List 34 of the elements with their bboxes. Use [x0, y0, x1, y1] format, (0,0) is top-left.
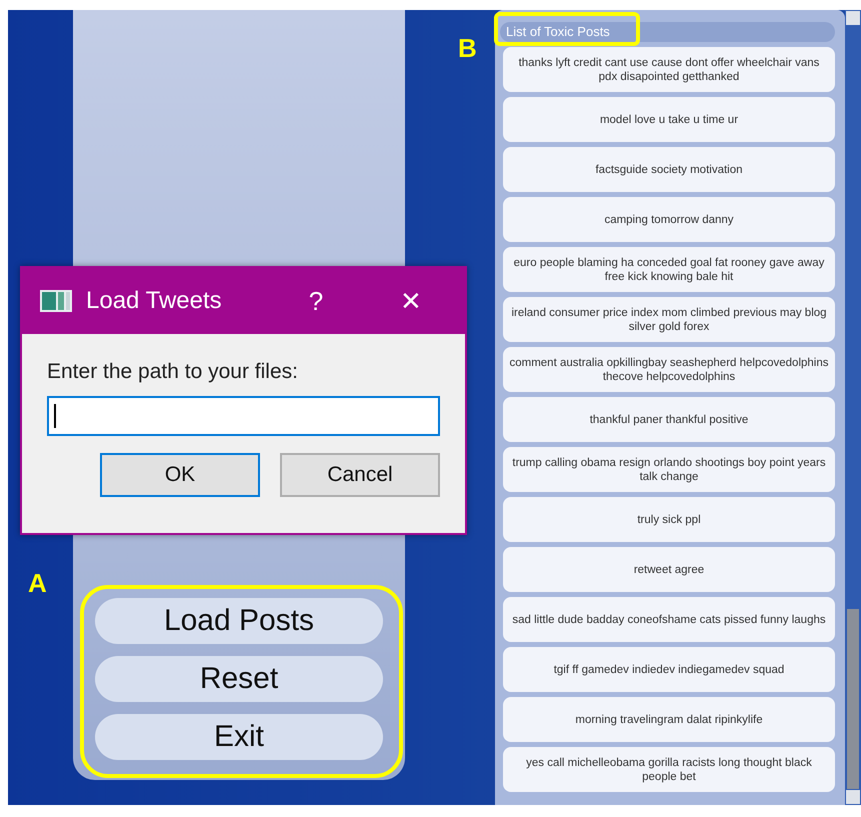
- dialog-button[interactable]: Cancel: [280, 453, 440, 497]
- scroll-down-icon[interactable]: [846, 790, 860, 804]
- dialog-button[interactable]: OK: [100, 453, 260, 497]
- list-title: List of Toxic Posts: [500, 22, 835, 42]
- action-button[interactable]: Load Posts: [95, 598, 383, 644]
- text-caret: [54, 404, 56, 428]
- post-item[interactable]: camping tomorrow danny: [503, 197, 835, 242]
- annotation-label: A: [28, 568, 47, 599]
- post-item[interactable]: sad little dude badday coneofshame cats pissed funny laughs: [503, 597, 835, 642]
- post-item[interactable]: thanks lyft credit cant use cause dont offer wheelchair vans pdx disapointed getthanked: [503, 47, 835, 92]
- post-item[interactable]: tgif ff gamedev indiedev indiegamedev squad: [503, 647, 835, 692]
- post-item[interactable]: morning travelingram dalat ripinkylife: [503, 697, 835, 742]
- post-item[interactable]: factsguide society motivation: [503, 147, 835, 192]
- help-button[interactable]: ?: [286, 286, 346, 316]
- window-icon: [40, 290, 72, 312]
- window-title: Load Tweets: [86, 287, 223, 315]
- post-item[interactable]: retweet agree: [503, 547, 835, 592]
- scrollbar[interactable]: [845, 10, 861, 805]
- post-item[interactable]: trump calling obama resign orlando shootings boy point years talk change: [503, 447, 835, 492]
- post-item[interactable]: thankful paner thankful positive: [503, 397, 835, 442]
- post-item[interactable]: model love u take u time ur: [503, 97, 835, 142]
- post-item[interactable]: ireland consumer price index mom climbed previous may blog silver gold forex: [503, 297, 835, 342]
- prompt-label: Enter the path to your files:: [47, 360, 299, 384]
- scroll-thumb[interactable]: [847, 609, 859, 789]
- action-button[interactable]: Reset: [95, 656, 383, 702]
- close-button[interactable]: ✕: [386, 286, 436, 316]
- post-item[interactable]: euro people blaming ha conceded goal fat rooney gave away free kick knowing bale hit: [503, 247, 835, 292]
- post-item[interactable]: truly sick ppl: [503, 497, 835, 542]
- path-input-field[interactable]: [47, 396, 440, 436]
- action-button[interactable]: Exit: [95, 714, 383, 760]
- scroll-up-icon[interactable]: [846, 11, 860, 25]
- annotation-label: B: [458, 33, 477, 64]
- post-item[interactable]: comment australia opkillingbay seashepherd helpcovedolphins thecove helpcovedolphins: [503, 347, 835, 392]
- post-item[interactable]: yes call michelleobama gorilla racists long thought black people bet: [503, 747, 835, 792]
